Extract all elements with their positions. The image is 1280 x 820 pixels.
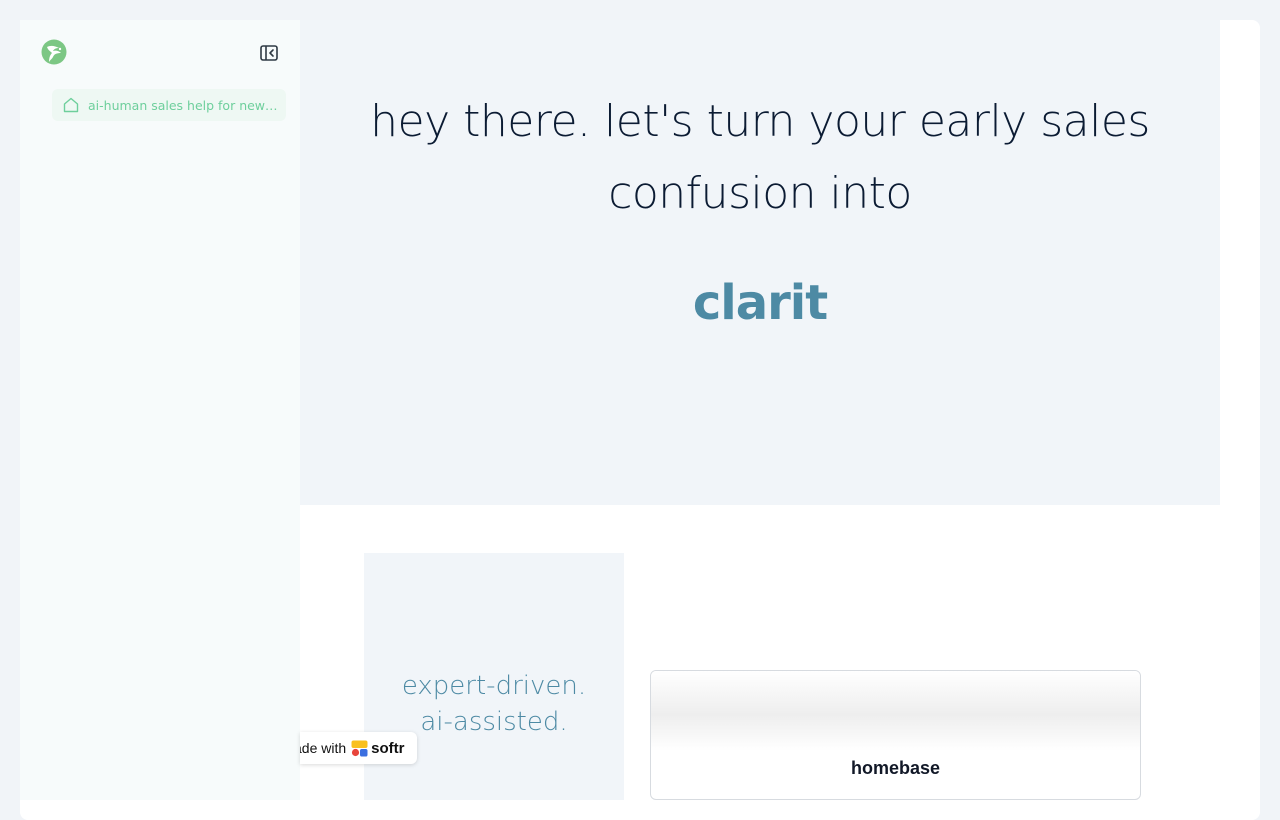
badge-brand-text: softr [371, 739, 405, 757]
feature-card-text: expert-driven. ai-assisted. [364, 668, 624, 740]
home-icon [62, 96, 80, 114]
hero-section: hey there. let's turn your early sales c… [300, 20, 1220, 505]
sidebar-item-label: ai-human sales help for new ... [88, 97, 278, 113]
brand-logo-icon[interactable] [41, 39, 67, 65]
made-with-softr-badge[interactable]: ade with softr [300, 732, 417, 764]
sidebar-item-home[interactable]: ai-human sales help for new ... [52, 89, 286, 121]
hero-title-line-1: hey there. let's turn your early sales [370, 96, 1150, 147]
badge-prefix-text: ade with [300, 740, 347, 756]
sidebar-collapse-icon[interactable] [259, 43, 279, 63]
homebase-card[interactable]: homebase [650, 670, 1141, 800]
homebase-card-image [651, 671, 1140, 751]
hero-accent-word: clarit [692, 275, 828, 331]
hero-title: hey there. let's turn your early sales c… [300, 86, 1220, 230]
feature-line-1: expert-driven. [401, 671, 587, 701]
softr-logo-icon [351, 740, 368, 757]
sidebar: ai-human sales help for new ... [20, 20, 300, 800]
hero-title-line-2: confusion into [608, 168, 912, 219]
homebase-card-title: homebase [850, 758, 941, 778]
